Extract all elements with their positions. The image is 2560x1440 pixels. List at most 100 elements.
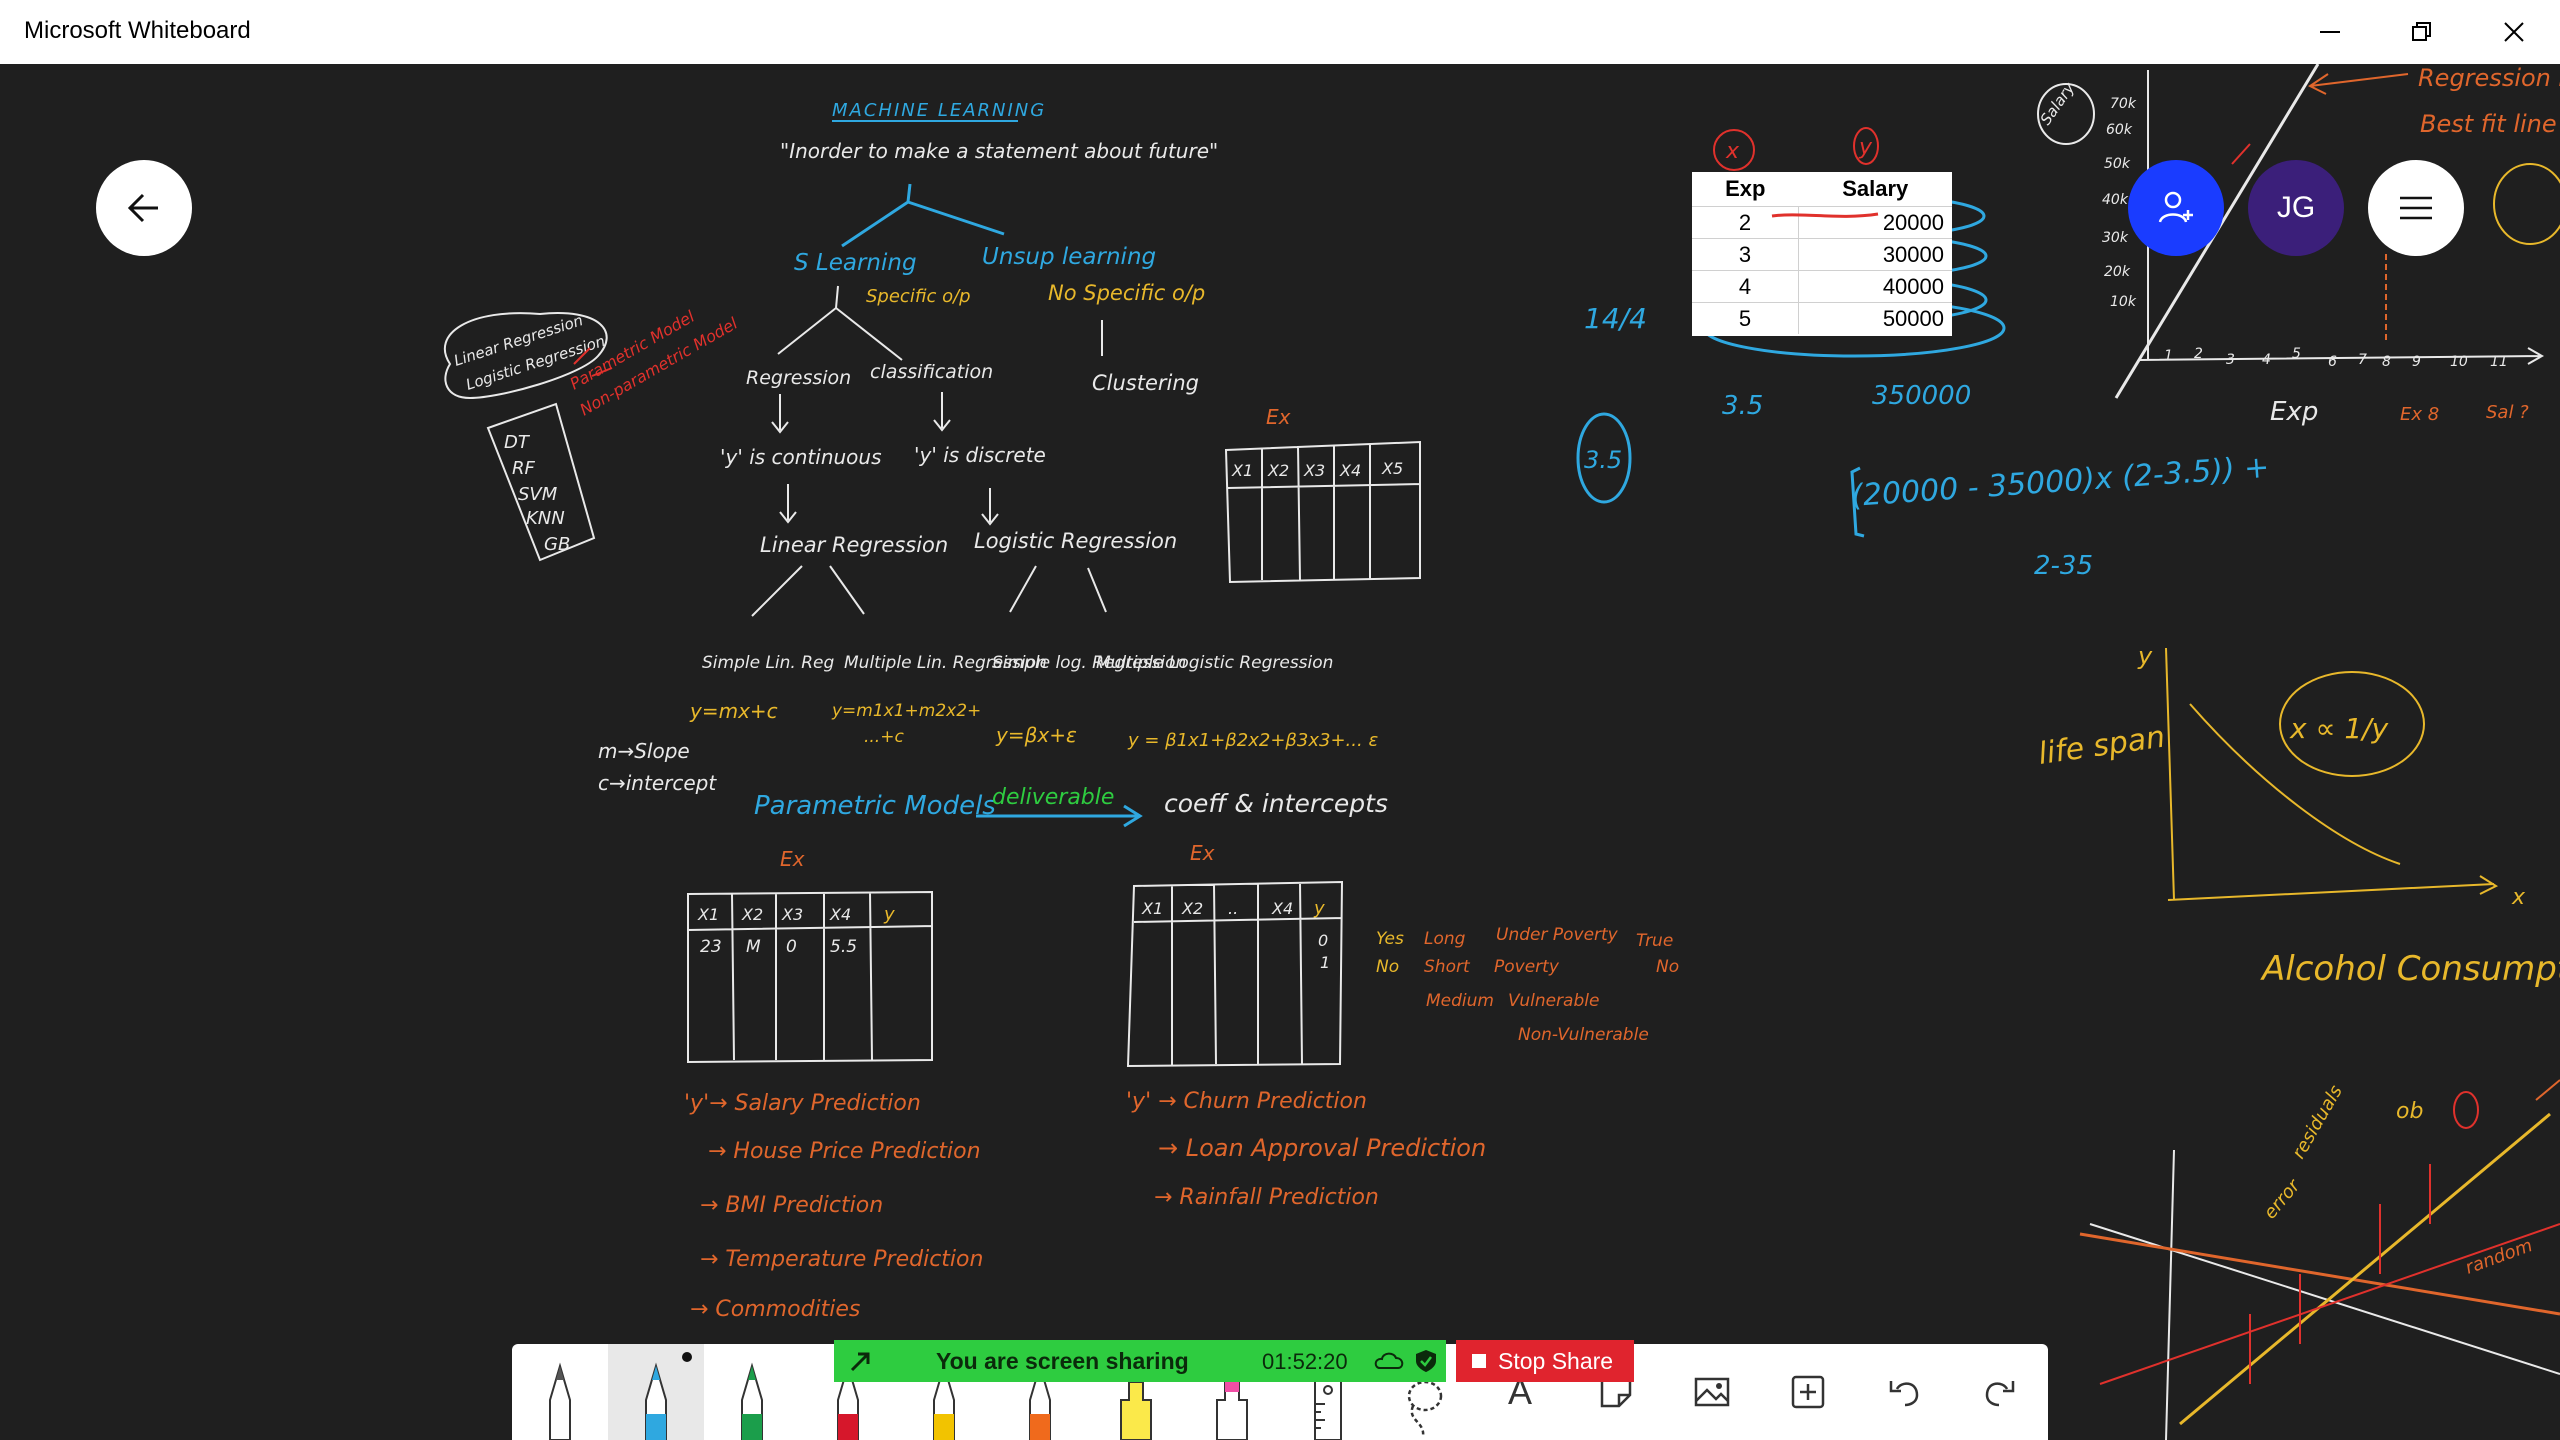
t3-h2: X2 bbox=[1267, 461, 1289, 480]
frac-note: 14/4 bbox=[1584, 302, 1647, 335]
algo-knn: KNN bbox=[526, 508, 565, 529]
algo-svm: SVM bbox=[518, 484, 558, 505]
alcohol-label: Alcohol Consumption bbox=[2260, 949, 2560, 989]
regression-label: Regression bbox=[746, 367, 851, 389]
screen-share-bar[interactable]: You are screen sharing 01:52:20 bbox=[834, 1340, 1446, 1382]
ex-label-3: Ex bbox=[1266, 405, 1291, 429]
formula-note: (20000 - 35000)x (2-3.5)) + bbox=[1850, 450, 2270, 514]
ink-layer: MACHINE LEARNING "Inorder to make a stat… bbox=[443, 64, 2560, 1440]
hamburger-icon bbox=[2400, 196, 2432, 220]
whiteboard-canvas[interactable]: MACHINE LEARNING "Inorder to make a stat… bbox=[0, 64, 2560, 1440]
minimize-button[interactable] bbox=[2284, 0, 2376, 64]
exp-axis-label: Exp bbox=[2270, 397, 2318, 427]
xtick-7: 8 bbox=[2382, 354, 2391, 370]
y-continuous-label: 'y' is continuous bbox=[720, 445, 882, 469]
ytick-2: 50k bbox=[2104, 156, 2131, 172]
x-mark: x bbox=[1725, 139, 1740, 164]
axis-y-lifespan: y bbox=[2137, 642, 2153, 670]
cell-exp: 3 bbox=[1692, 238, 1799, 271]
cell-salary: 40000 bbox=[1798, 270, 1952, 303]
pred-left-0: 'y'→ Salary Prediction bbox=[684, 1091, 921, 1116]
t3-h3: X3 bbox=[1303, 461, 1325, 480]
back-button[interactable] bbox=[96, 160, 192, 256]
cat3-1: Poverty bbox=[1494, 957, 1560, 977]
xtick-0: 1 bbox=[2164, 348, 2173, 364]
user-avatar[interactable]: JG bbox=[2248, 160, 2344, 256]
t1-r2: M bbox=[746, 937, 761, 957]
share-arrow-icon bbox=[850, 1352, 870, 1372]
pen-blue-icon bbox=[645, 1362, 667, 1440]
ml-quote: "Inorder to make a statement about futur… bbox=[780, 139, 1218, 163]
image-tool[interactable] bbox=[1664, 1344, 1760, 1440]
xtick-4: 5 bbox=[2292, 346, 2301, 362]
unsup-learning-label: Unsup learning bbox=[982, 244, 1156, 270]
t1-r4: 5.5 bbox=[830, 937, 857, 957]
cat1-0: Yes bbox=[1376, 929, 1404, 949]
eq-multi-log: y = β1x1+β2x2+β3x3+... ε bbox=[1127, 730, 1378, 751]
eq-simple: y=mx+c bbox=[689, 699, 778, 723]
xtick-9: 10 bbox=[2450, 354, 2468, 370]
pred-right-0: 'y' → Churn Prediction bbox=[1126, 1089, 1367, 1114]
t1-r1: 23 bbox=[700, 937, 722, 957]
pasted-data-table[interactable]: Exp Salary 2 20000 3 30000 4 40000 5 500… bbox=[1692, 172, 1952, 336]
y-discrete-label: 'y' is discrete bbox=[914, 443, 1046, 467]
algo-rf: RF bbox=[512, 458, 536, 479]
redo-icon bbox=[1985, 1381, 2015, 1407]
cat4-0: True bbox=[1636, 931, 1673, 951]
redo-button[interactable] bbox=[1952, 1344, 2048, 1440]
menu-button[interactable] bbox=[2368, 160, 2464, 256]
cat1-1: No bbox=[1376, 957, 1399, 977]
stop-square-icon bbox=[1472, 1354, 1486, 1368]
close-button[interactable] bbox=[2468, 0, 2560, 64]
cat2-1: Short bbox=[1424, 957, 1471, 977]
t1-r3: 0 bbox=[786, 937, 797, 957]
x-alpha-label: x ∝ 1/y bbox=[2289, 712, 2389, 745]
xtick-2: 3 bbox=[2226, 352, 2235, 368]
arrow-left-icon bbox=[127, 193, 158, 223]
pen-green-icon bbox=[741, 1362, 763, 1440]
ex-label-2: Ex bbox=[1190, 841, 1215, 865]
pen-blue-tool[interactable] bbox=[608, 1344, 704, 1440]
ex8-label: Ex 8 bbox=[2400, 404, 2439, 425]
cat3-3: Non-Vulnerable bbox=[1518, 1025, 1649, 1045]
add-icon bbox=[1791, 1375, 1825, 1409]
t2-h5: y bbox=[1313, 898, 1325, 919]
br-label-1: residuals bbox=[2288, 1082, 2347, 1163]
eq-multi-2: ...+c bbox=[864, 727, 904, 747]
undo-button[interactable] bbox=[1856, 1344, 1952, 1440]
circled-35: 3.5 bbox=[1584, 446, 1622, 474]
pen-green-tool[interactable] bbox=[704, 1344, 800, 1440]
restore-button[interactable] bbox=[2376, 0, 2468, 64]
algo-gb: GB bbox=[544, 534, 570, 555]
ytick-4: 30k bbox=[2102, 230, 2129, 246]
y-mark: y bbox=[1858, 135, 1873, 160]
cell-exp: 5 bbox=[1692, 302, 1799, 334]
pen-white-tool[interactable] bbox=[512, 1344, 608, 1440]
image-icon bbox=[1694, 1377, 1730, 1407]
t3-h5: X5 bbox=[1381, 459, 1403, 478]
network-icon bbox=[1374, 1352, 1404, 1369]
cat2-0: Long bbox=[1424, 929, 1466, 949]
pred-left-4: → Commodities bbox=[690, 1297, 860, 1322]
cell-exp: 4 bbox=[1692, 270, 1799, 303]
t1-h5: y bbox=[883, 904, 895, 925]
undo-icon bbox=[1889, 1381, 1919, 1407]
cat3-2: Vulnerable bbox=[1508, 991, 1599, 1011]
clustering-label: Clustering bbox=[1092, 371, 1199, 395]
coeff-intercepts-label: coeff & intercepts bbox=[1164, 789, 1388, 818]
t2-y1: 1 bbox=[1320, 953, 1330, 972]
t3-h4: X4 bbox=[1339, 461, 1361, 480]
xtick-8: 9 bbox=[2412, 354, 2421, 370]
t2-h2: X2 bbox=[1181, 899, 1203, 918]
pred-left-1: → House Price Prediction bbox=[708, 1139, 981, 1164]
invite-button[interactable] bbox=[2128, 160, 2224, 256]
axis-x-lifespan: x bbox=[2511, 885, 2526, 910]
add-tool[interactable] bbox=[1760, 1344, 1856, 1440]
br-label-2: error bbox=[2260, 1175, 2306, 1224]
t2-h3: .. bbox=[1228, 899, 1238, 918]
formula-sub: 2-35 bbox=[2034, 551, 2093, 581]
active-dot-icon bbox=[682, 1352, 692, 1362]
cat3-0: Under Poverty bbox=[1496, 925, 1619, 945]
table-row: 5 50000 bbox=[1692, 302, 1952, 334]
stop-share-button[interactable]: Stop Share bbox=[1456, 1340, 1634, 1382]
